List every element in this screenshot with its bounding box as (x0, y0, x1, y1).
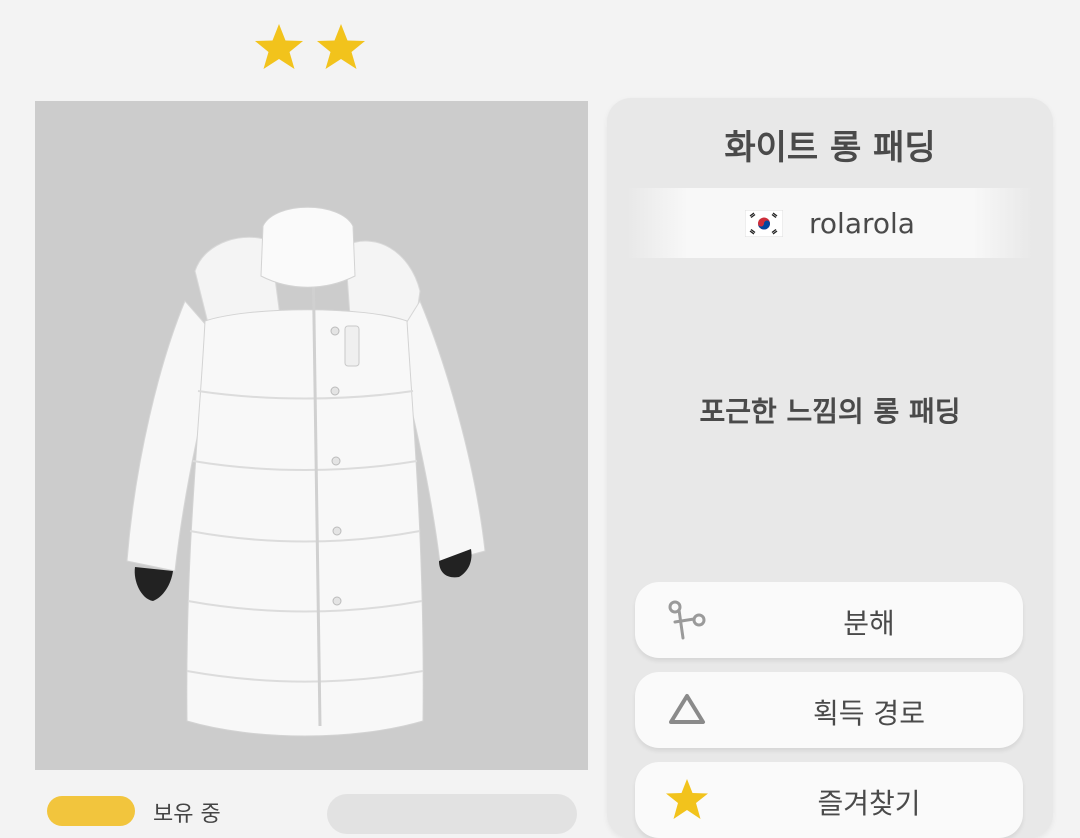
rarity-stars (252, 22, 368, 72)
triangle-icon (669, 694, 705, 724)
author-bar: rolarola (627, 188, 1033, 258)
star-icon (314, 22, 368, 72)
author-name[interactable]: rolarola (809, 207, 915, 240)
item-preview (35, 101, 588, 770)
star-icon (252, 22, 306, 72)
dismantle-label: 분해 (843, 607, 895, 640)
item-name: 화이트 롱 패딩 (724, 128, 936, 168)
owned-status-bar: 보유 중 (35, 782, 588, 834)
item-info-panel: 화이트 롱 패딩 rolarola 포근한 느낌의 롱 패딩 분해 획득 경로 … (607, 98, 1053, 838)
acquisition-route-label: 획득 경로 (813, 697, 925, 730)
white-long-padding-image (126, 206, 486, 737)
scissors-icon (668, 600, 706, 640)
acquisition-route-button[interactable]: 획득 경로 (635, 672, 1023, 748)
owned-badge (47, 796, 135, 826)
favorite-label: 즐겨찾기 (817, 787, 921, 820)
korea-flag-icon (745, 209, 784, 237)
owned-label: 보유 중 (153, 802, 221, 827)
item-description: 포근한 느낌의 롱 패딩 (699, 395, 961, 428)
star-icon (666, 779, 708, 819)
dismantle-button[interactable]: 분해 (635, 582, 1023, 658)
bottom-pill[interactable] (327, 794, 577, 834)
favorite-button[interactable]: 즐겨찾기 (635, 762, 1023, 838)
